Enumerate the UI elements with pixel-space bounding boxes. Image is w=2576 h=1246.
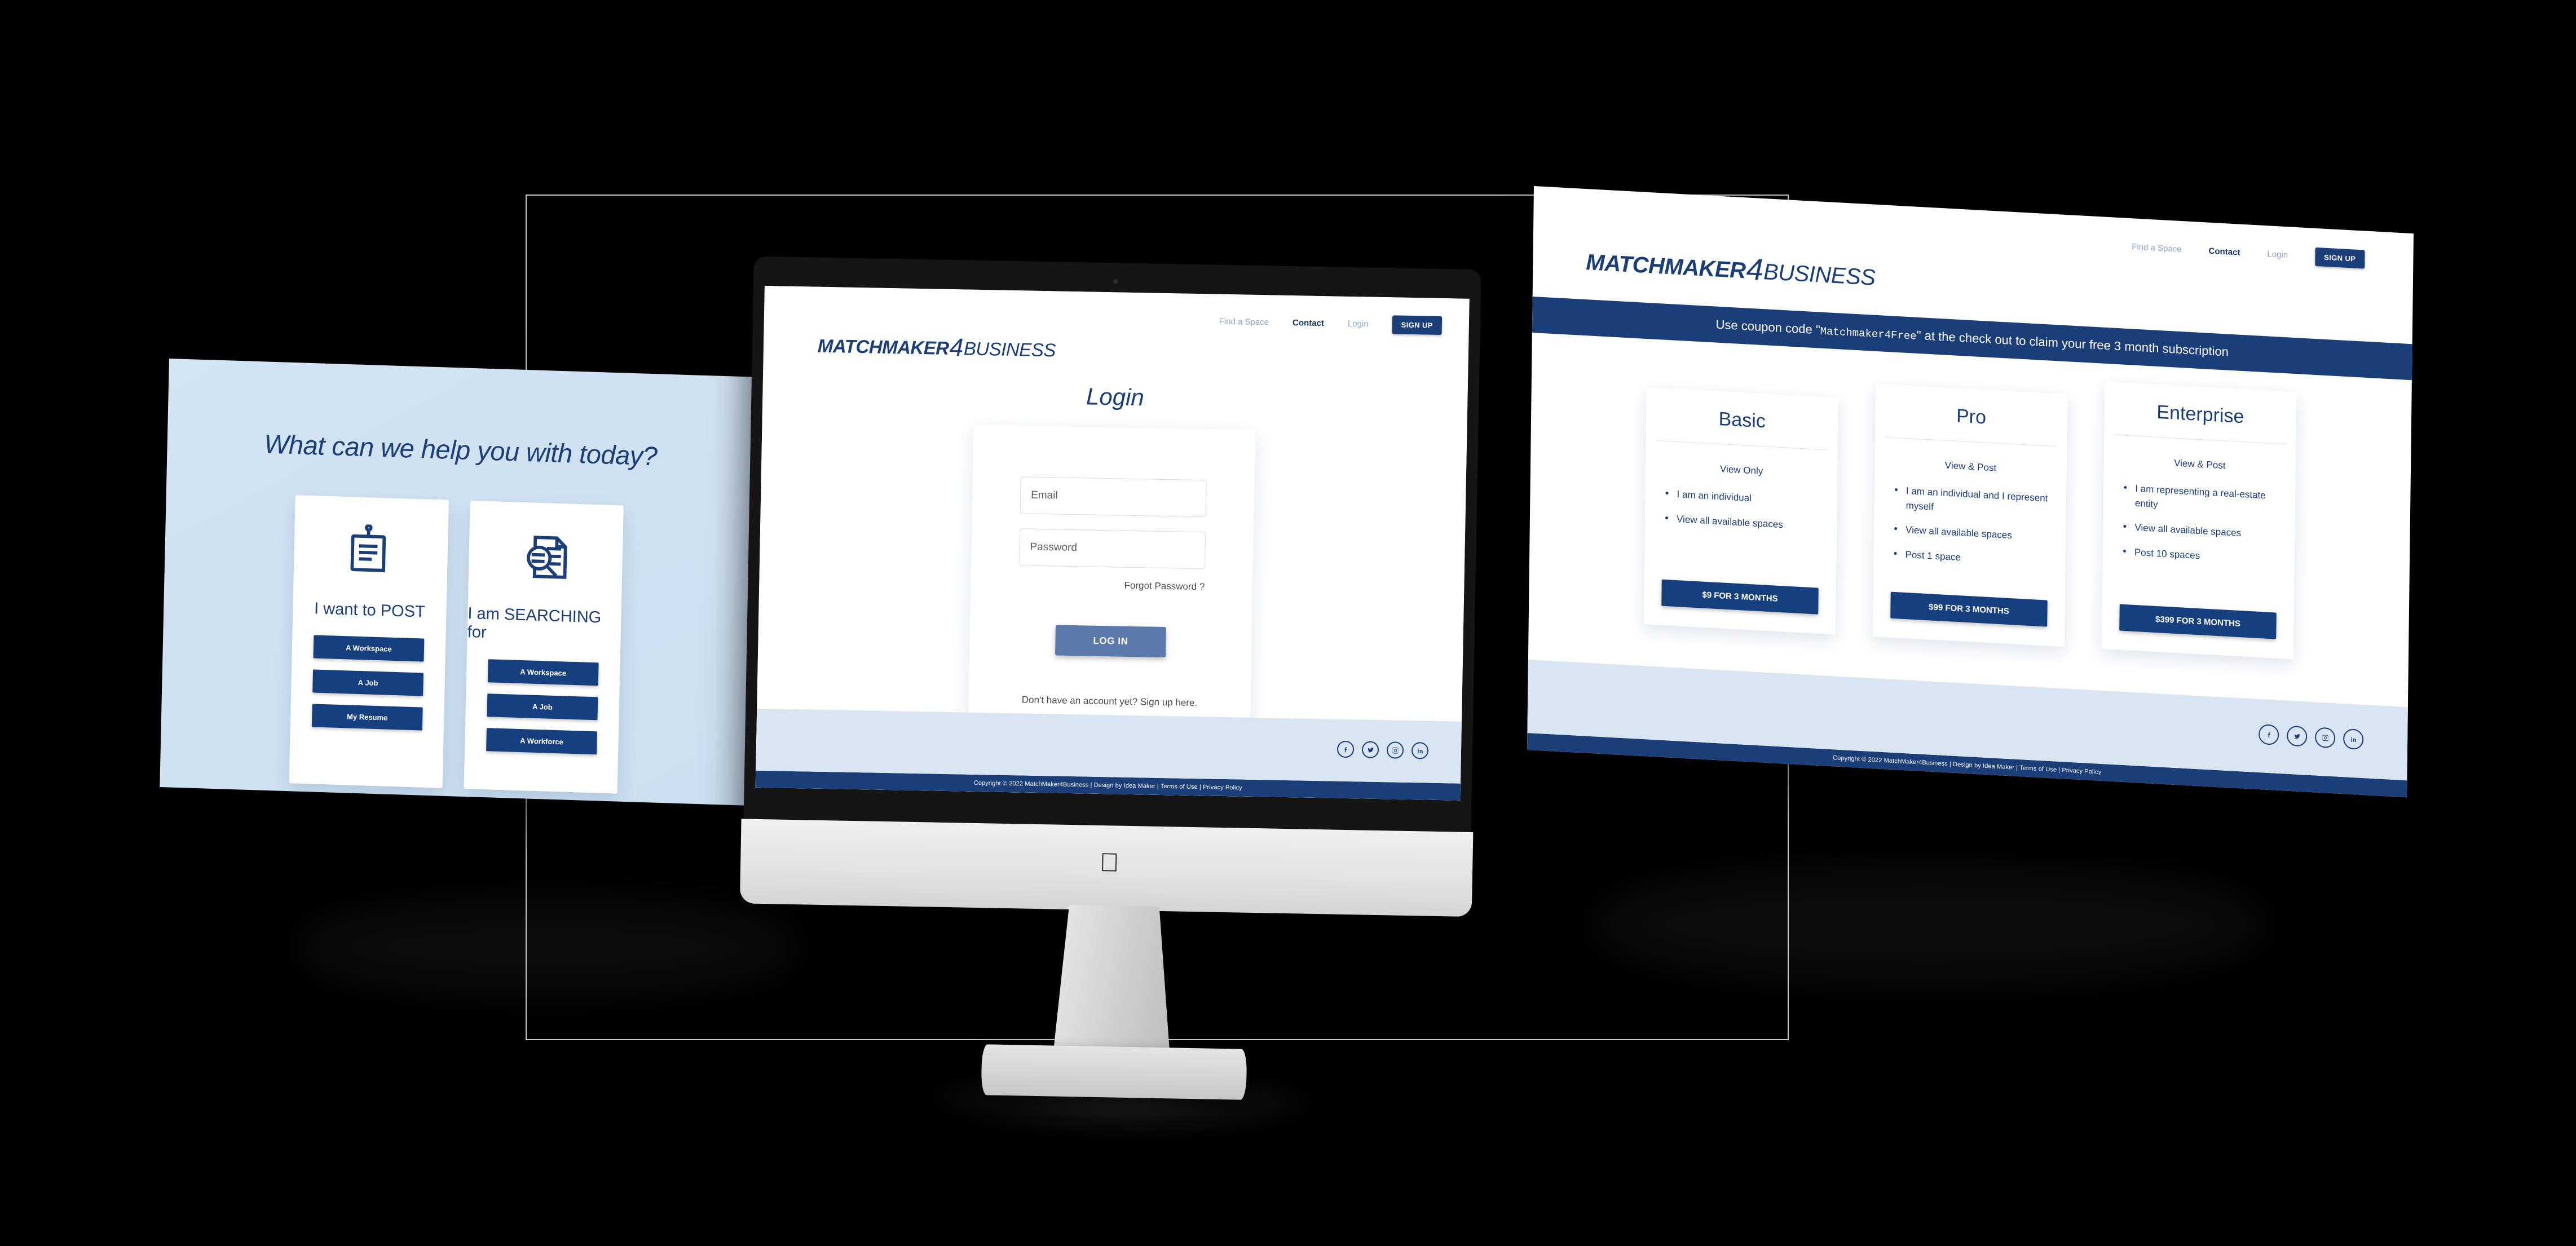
imac-bezel: Find a Space Contact Login SIGN UP MATCH…	[743, 256, 1481, 834]
linkedin-icon[interactable]	[2343, 728, 2364, 750]
plan-feature: View all available spaces	[1664, 511, 1822, 534]
search-choice-card[interactable]: I am SEARCHING for A Workspace A Job A W…	[464, 500, 624, 794]
plan-name: Pro	[1885, 401, 2058, 447]
social-links	[1336, 740, 1429, 759]
post-document-icon	[340, 520, 402, 583]
imac-stand-neck	[1052, 905, 1174, 1065]
sign-up-button[interactable]: SIGN UP	[1392, 315, 1443, 335]
pricing-page: Find a Space Contact Login SIGN UP MATCH…	[1527, 186, 2414, 798]
email-field[interactable]: Email	[1020, 476, 1207, 518]
plan-feature: View all available spaces	[1893, 522, 2051, 545]
nav-login[interactable]: Login	[1348, 319, 1369, 329]
coupon-suffix: " at the check out to claim your free 3 …	[1916, 328, 2229, 359]
coupon-code: Matchmaker4Free	[1820, 325, 1917, 343]
page-title: Login	[1086, 383, 1145, 411]
nav-find-a-space[interactable]: Find a Space	[1219, 317, 1269, 328]
post-workspace-button[interactable]: A Workspace	[313, 635, 425, 662]
signup-hint-link[interactable]: Don't have an account yet? Sign up here.	[968, 693, 1250, 710]
plan-subtitle: View & Post	[2174, 457, 2226, 471]
plan-feature-list: I am representing a real-estate entity V…	[2102, 480, 2295, 606]
plan-feature: Post 10 spaces	[2122, 544, 2280, 567]
plan-cta-button[interactable]: $399 FOR 3 MONTHS	[2119, 604, 2277, 639]
search-document-icon	[515, 526, 577, 589]
search-job-button[interactable]: A Job	[487, 693, 598, 721]
plan-name: Basic	[1655, 404, 1829, 450]
twitter-icon[interactable]	[1361, 741, 1379, 759]
footer-center: Copyright © 2022 MatchMaker4Business | D…	[755, 708, 1462, 801]
apple-logo-icon: 	[1098, 847, 1121, 877]
social-links	[2258, 723, 2364, 750]
plan-card-basic[interactable]: Basic View Only I am an individual View …	[1643, 387, 1838, 635]
search-workforce-button[interactable]: A Workforce	[486, 728, 597, 755]
imac-display: Find a Space Contact Login SIGN UP MATCH…	[755, 285, 1470, 801]
plan-card-enterprise[interactable]: Enterprise View & Post I am representing…	[2101, 381, 2297, 660]
page-title: What can we help you with today?	[263, 428, 658, 471]
linkedin-icon[interactable]	[1411, 742, 1429, 759]
plan-feature: I am an individual and I represent mysel…	[1893, 483, 2052, 520]
log-in-button[interactable]: LOG IN	[1055, 625, 1166, 658]
brand-logo[interactable]: MATCHMAKER4BUSINESS	[1586, 250, 1875, 291]
plan-subtitle: View Only	[1719, 463, 1763, 477]
top-nav-right: Find a Space Contact Login SIGN UP	[2132, 237, 2365, 269]
sign-up-button[interactable]: SIGN UP	[2314, 247, 2365, 269]
plan-feature: I am representing a real-estate entity	[2123, 481, 2281, 518]
plan-name: Enterprise	[2114, 399, 2287, 445]
facebook-icon[interactable]	[1336, 740, 1355, 758]
logo-matchmaker: MATCHMAKER	[817, 335, 949, 359]
plan-cta-button[interactable]: $99 FOR 3 MONTHS	[1890, 591, 2048, 627]
imac-device: Find a Space Contact Login SIGN UP MATCH…	[739, 256, 1510, 1141]
post-choice-card[interactable]: I want to POST A Workspace A Job My Resu…	[289, 495, 449, 788]
logo-four: 4	[1746, 252, 1763, 288]
twitter-icon[interactable]	[2286, 725, 2308, 747]
plan-feature: I am an individual	[1664, 487, 1822, 510]
nav-find-a-space[interactable]: Find a Space	[2132, 242, 2182, 254]
plan-feature-list: I am an individual and I represent mysel…	[1873, 482, 2066, 593]
instagram-icon[interactable]	[1386, 741, 1404, 759]
nav-login[interactable]: Login	[2267, 249, 2288, 260]
search-card-label: I am SEARCHING for	[467, 604, 602, 642]
nav-contact[interactable]: Contact	[1293, 318, 1324, 328]
post-resume-button[interactable]: My Resume	[311, 704, 423, 731]
post-card-label: I want to POST	[314, 599, 426, 621]
forgot-password-link[interactable]: Forgot Password ?	[1018, 578, 1205, 593]
post-job-button[interactable]: A Job	[312, 669, 424, 696]
webcam-icon	[1113, 279, 1119, 285]
plan-feature: Post 1 space	[1893, 546, 2050, 569]
choice-card-group: I want to POST A Workspace A Job My Resu…	[160, 491, 753, 798]
nav-contact[interactable]: Contact	[2208, 246, 2240, 258]
logo-business: BUSINESS	[963, 338, 1056, 361]
logo-matchmaker: MATCHMAKER	[1586, 250, 1746, 284]
coupon-prefix: Use coupon code "	[1715, 317, 1820, 337]
pricing-plan-group: Basic View Only I am an individual View …	[1529, 351, 2412, 665]
password-field[interactable]: Password	[1018, 528, 1206, 569]
plan-feature: View all available spaces	[2122, 520, 2280, 543]
help-page: What can we help you with today? I want …	[160, 359, 756, 806]
instagram-icon[interactable]	[2314, 727, 2336, 749]
login-page: Find a Space Contact Login SIGN UP MATCH…	[755, 285, 1470, 801]
plan-card-pro[interactable]: Pro View & Post I am an individual and I…	[1872, 383, 2068, 647]
facebook-icon[interactable]	[2258, 723, 2279, 745]
imac-stand-foot	[981, 1044, 1247, 1100]
footer-band	[756, 708, 1462, 784]
top-nav-center: Find a Space Contact Login SIGN UP	[1219, 312, 1443, 335]
composition-stage: What can we help you with today? I want …	[0, 0, 2576, 1246]
plan-subtitle: View & Post	[1944, 459, 1997, 474]
plan-feature-list: I am an individual View all available sp…	[1644, 485, 1837, 581]
logo-business: BUSINESS	[1763, 259, 1876, 290]
search-workspace-button[interactable]: A Workspace	[487, 659, 599, 686]
logo-four: 4	[949, 333, 964, 362]
plan-cta-button[interactable]: $9 FOR 3 MONTHS	[1661, 579, 1819, 615]
brand-logo[interactable]: MATCHMAKER4BUSINESS	[817, 333, 1056, 362]
